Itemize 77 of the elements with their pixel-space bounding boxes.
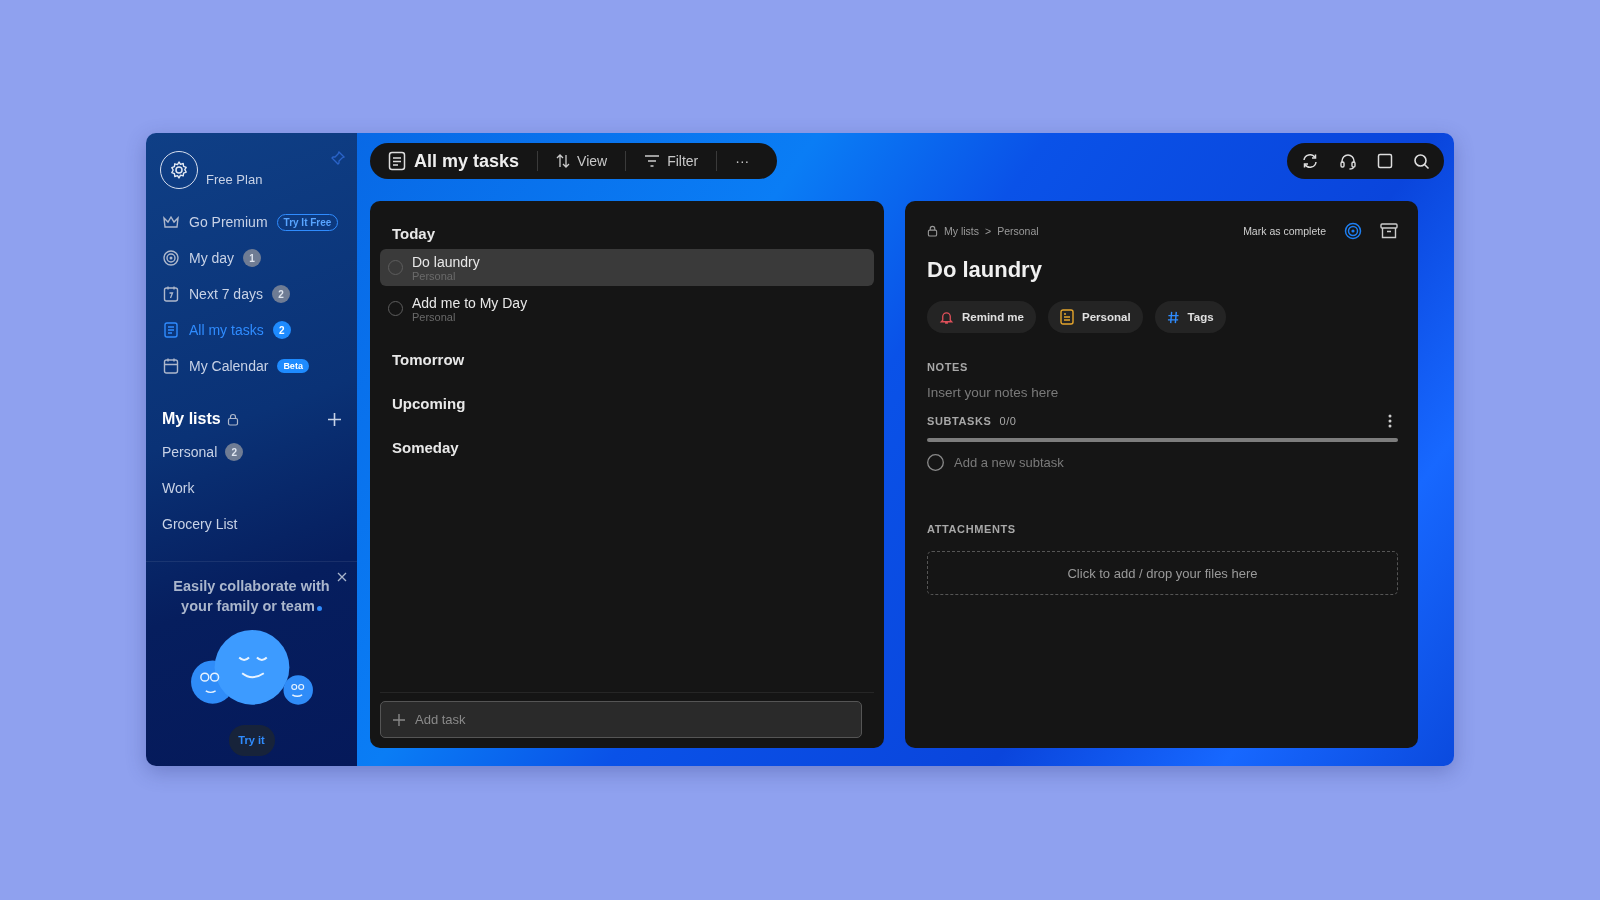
subtask-count: 0/0	[999, 415, 1017, 427]
list-icon	[1060, 309, 1074, 325]
list-item[interactable]: Personal 2	[146, 434, 357, 470]
beta-badge: Beta	[277, 359, 309, 373]
close-icon[interactable]	[337, 572, 347, 582]
count-badge: 1	[243, 249, 262, 267]
section-label: NOTES	[927, 361, 969, 373]
list-label: Work	[162, 480, 195, 496]
count-badge: 2	[225, 443, 244, 461]
task-title: Add me to My Day	[412, 294, 528, 311]
filter-icon	[644, 155, 661, 167]
view-button[interactable]: View	[556, 153, 608, 169]
count-badge: 2	[271, 285, 290, 303]
bell-icon	[939, 309, 954, 325]
hash-icon	[1166, 310, 1180, 324]
breadcrumb-link[interactable]: Personal	[997, 225, 1039, 237]
section-label: SUBTASKS	[927, 415, 992, 427]
window-icon[interactable]	[1377, 153, 1393, 169]
group-title: Today	[391, 223, 437, 244]
chip-button[interactable]: Remind me	[927, 301, 1036, 333]
circle-icon	[927, 454, 944, 471]
calendar-icon	[162, 357, 180, 375]
headset-icon[interactable]	[1339, 152, 1357, 170]
notes-field[interactable]: Insert your notes here	[927, 385, 1398, 400]
breadcrumb-separator: >	[985, 225, 992, 237]
sync-icon[interactable]	[1301, 152, 1319, 170]
nav-item[interactable]: My Calendar Beta	[146, 348, 357, 384]
plan-label: Free Plan	[206, 172, 263, 187]
nav-label: Go Premium	[189, 214, 268, 230]
lock-icon	[226, 412, 239, 426]
subtask-field[interactable]: Add a new subtask	[954, 455, 1398, 470]
list-item[interactable]: Grocery List	[146, 506, 357, 542]
target-icon	[162, 249, 180, 267]
page-title: All my tasks	[414, 150, 520, 172]
add-icon[interactable]	[328, 412, 341, 426]
breadcrumb-link[interactable]: My lists	[944, 225, 979, 237]
section-label: ATTACHMENTS	[927, 523, 1017, 535]
count-badge: 2	[272, 321, 291, 339]
calendar-icon	[162, 285, 180, 303]
add-task-field[interactable]: Add task	[380, 701, 862, 738]
task-list-name: Personal	[412, 310, 457, 323]
more-button[interactable]: ···	[735, 153, 756, 169]
lock-icon	[927, 225, 938, 237]
nav-item[interactable]: Go Premium Try It Free	[146, 204, 357, 240]
chip-button[interactable]: Tags	[1154, 301, 1226, 333]
section-title: My lists	[162, 410, 221, 428]
nav-label: My Calendar	[189, 358, 269, 374]
group-title: Tomorrow	[391, 349, 466, 370]
settings-icon	[169, 160, 189, 180]
mark-complete-button[interactable]: Mark as complete	[1243, 225, 1326, 237]
list-label: Grocery List	[162, 516, 238, 532]
nav-label: Next 7 days	[189, 286, 263, 302]
nav-item[interactable]: Next 7 days 2	[146, 276, 357, 312]
crown-icon	[162, 213, 180, 231]
list-label: Personal	[162, 444, 218, 460]
task-item[interactable]: Add me to My Day Personal	[380, 290, 874, 327]
target-icon[interactable]	[1344, 222, 1362, 240]
list-icon	[388, 151, 406, 171]
nav-item[interactable]: My day 1	[146, 240, 357, 276]
list-icon	[162, 321, 180, 339]
try-button[interactable]: Try it	[228, 724, 275, 756]
archive-icon[interactable]	[1380, 223, 1398, 239]
file-dropzone[interactable]: Click to add / drop your files here	[927, 551, 1398, 595]
list-item[interactable]: Work	[146, 470, 357, 506]
filter-button[interactable]: Filter	[644, 153, 699, 169]
plus-icon	[393, 714, 405, 726]
more-icon[interactable]	[1388, 414, 1392, 428]
nav-label: My day	[189, 250, 235, 266]
chip-button[interactable]: Personal	[1048, 301, 1143, 333]
group-title: Someday	[391, 437, 460, 458]
task-title: Do laundry	[412, 253, 480, 270]
sort-icon	[556, 154, 571, 168]
nav-label: All my tasks	[189, 322, 264, 338]
task-title: Do laundry	[927, 257, 1043, 283]
search-icon[interactable]	[1413, 152, 1430, 170]
group-title: Upcoming	[391, 393, 467, 414]
promo-text: Easily collaborate with your family or team	[172, 577, 331, 616]
